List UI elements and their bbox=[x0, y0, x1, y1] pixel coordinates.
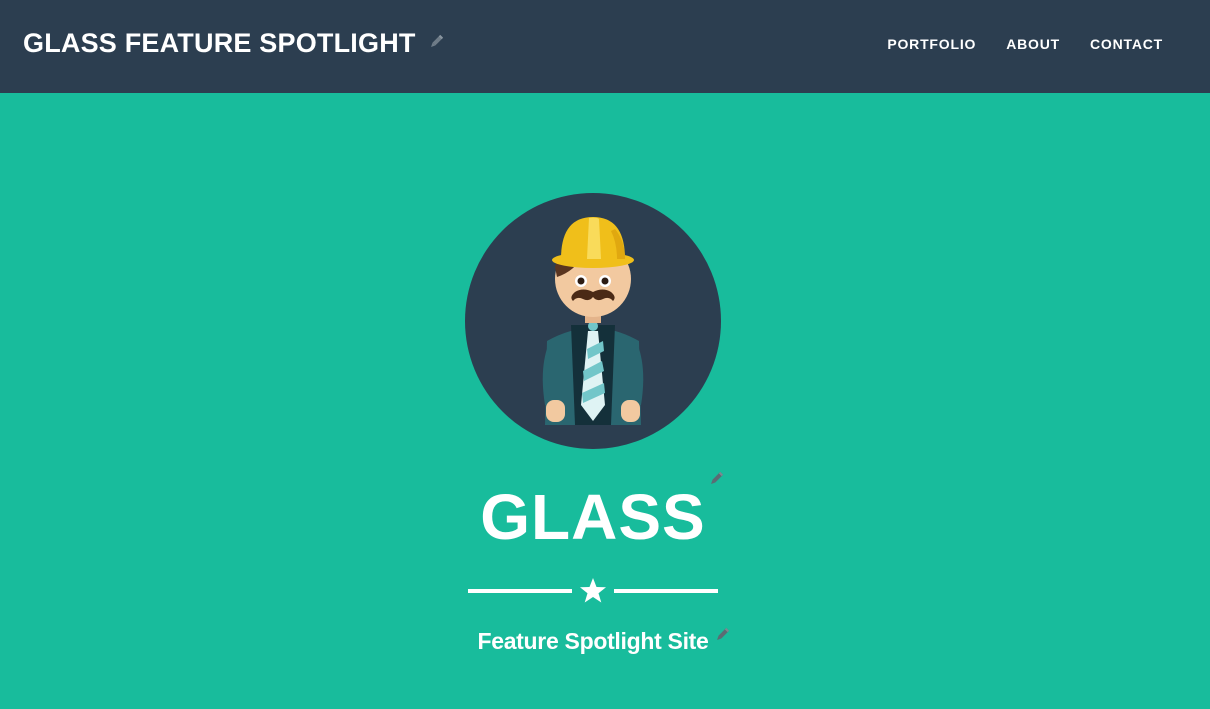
nav-link-about[interactable]: ABOUT bbox=[991, 36, 1075, 52]
hero-subtitle: Feature Spotlight Site bbox=[477, 628, 709, 654]
divider-line-right bbox=[614, 589, 718, 593]
nav-link-contact[interactable]: CONTACT bbox=[1075, 36, 1163, 52]
pencil-icon[interactable] bbox=[714, 627, 730, 648]
top-navbar: GLASS FEATURE SPOTLIGHT PORTFOLIO ABOUT … bbox=[0, 0, 1210, 93]
avatar bbox=[465, 193, 721, 449]
nav-link-portfolio[interactable]: PORTFOLIO bbox=[872, 36, 991, 52]
hero-title: GLASS bbox=[480, 481, 706, 553]
divider-line-left bbox=[468, 589, 572, 593]
brand-link[interactable]: GLASS FEATURE SPOTLIGHT bbox=[23, 26, 416, 60]
construction-worker-avatar bbox=[542, 217, 644, 425]
main-nav: PORTFOLIO ABOUT CONTACT bbox=[872, 36, 1163, 52]
star-icon bbox=[578, 576, 608, 611]
pencil-icon[interactable] bbox=[428, 34, 444, 55]
pencil-icon[interactable] bbox=[708, 471, 724, 492]
star-divider bbox=[468, 576, 718, 606]
